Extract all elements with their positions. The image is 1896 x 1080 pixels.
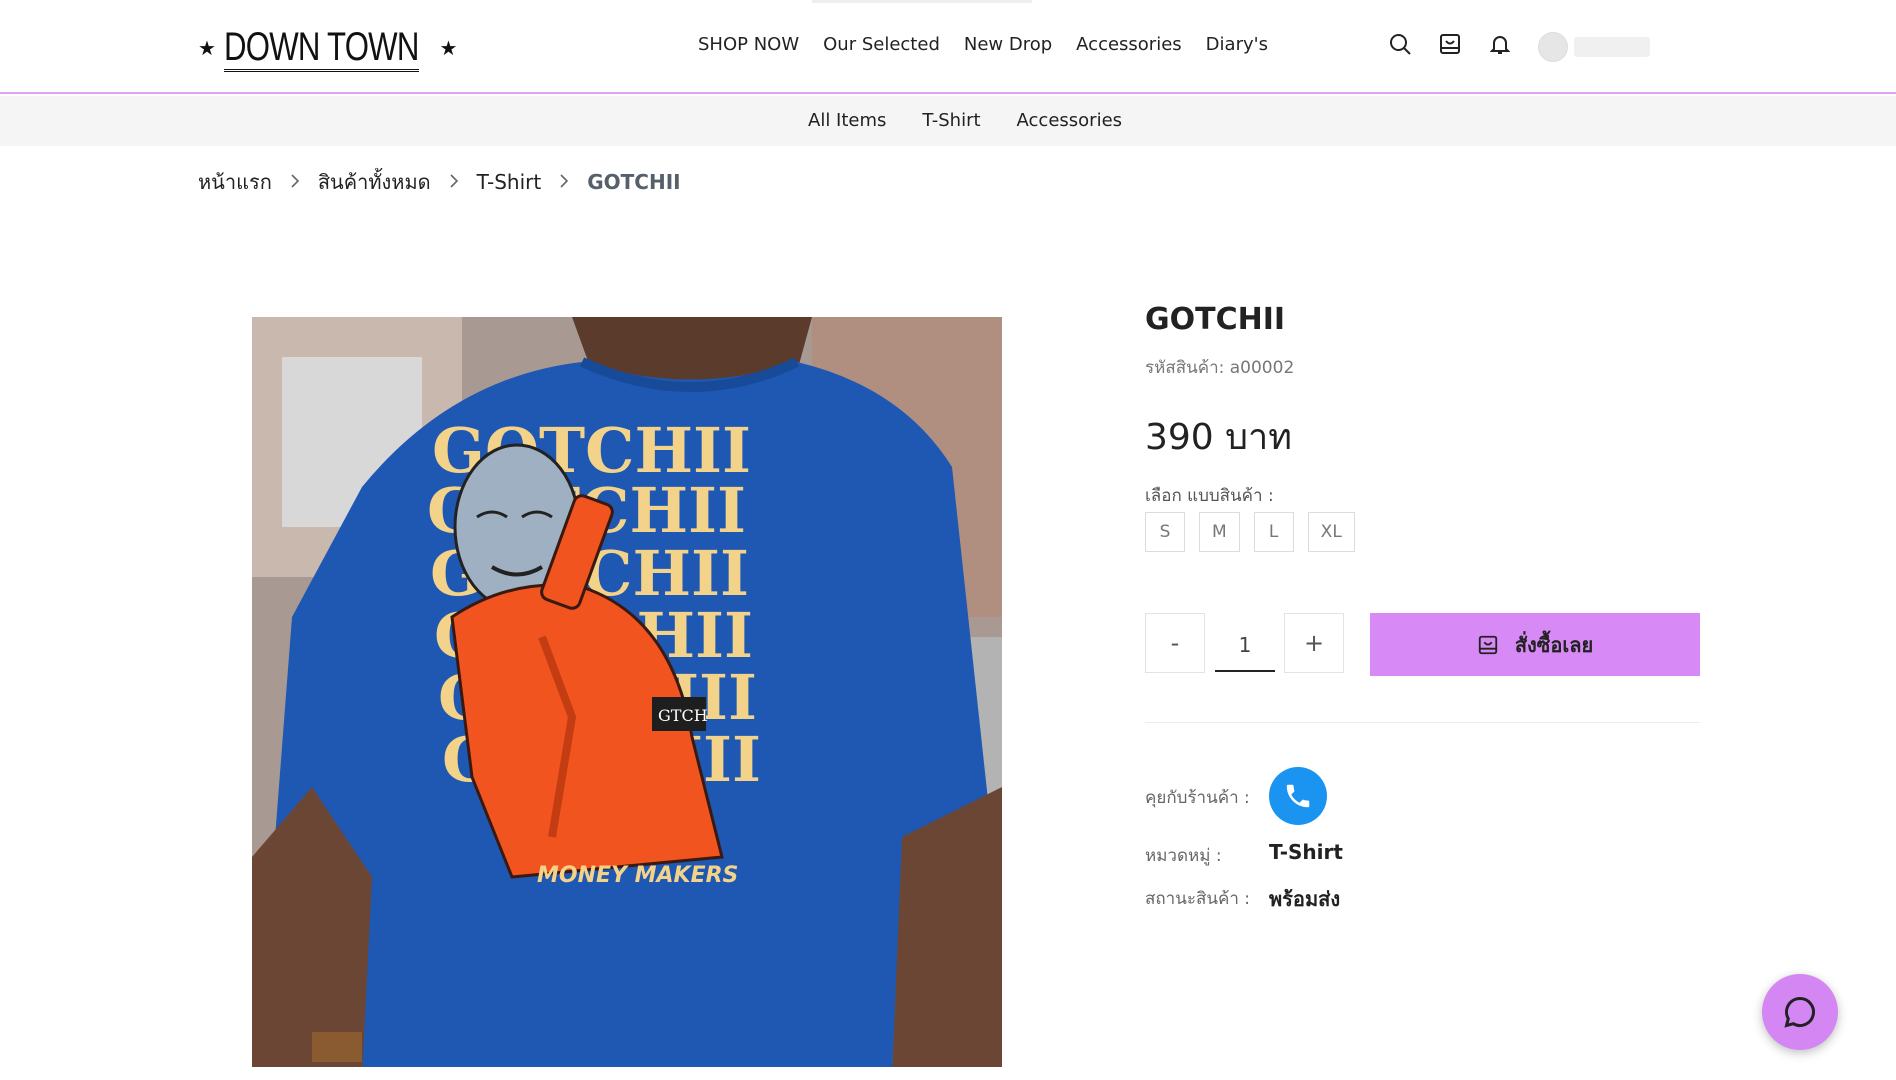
logo-star-right: ★ xyxy=(439,37,458,60)
chevron-right-icon xyxy=(559,172,569,193)
breadcrumb-all-products[interactable]: สินค้าทั้งหมด xyxy=(318,166,431,198)
quantity-input[interactable] xyxy=(1215,620,1275,672)
size-option-m[interactable]: M xyxy=(1199,512,1240,552)
stock-status-label: สถานะสินค้า : xyxy=(1145,889,1251,909)
svg-text:GTCH: GTCH xyxy=(658,706,708,725)
size-options: S M L XL xyxy=(1145,512,1355,552)
search-icon[interactable] xyxy=(1388,32,1412,56)
user-name-placeholder[interactable] xyxy=(1574,37,1650,57)
quantity-increase-button[interactable]: + xyxy=(1284,613,1344,673)
svg-text:MONEY MAKERS: MONEY MAKERS xyxy=(537,863,738,888)
main-nav: SHOP NOW Our Selected New Drop Accessori… xyxy=(698,34,1268,55)
product-sku: รหัสสินค้า: a00002 xyxy=(1145,358,1295,378)
contact-shop-label: คุยกับร้านค้า : xyxy=(1145,788,1250,808)
nav-accessories[interactable]: Accessories xyxy=(1076,34,1182,55)
breadcrumb: หน้าแรก สินค้าทั้งหมด T-Shirt GOTCHII xyxy=(198,166,681,198)
chat-bubble-icon xyxy=(1784,996,1815,1028)
bell-icon[interactable] xyxy=(1488,32,1512,56)
nav-diarys[interactable]: Diary's xyxy=(1206,34,1268,55)
top-header: ★ DOWN TOWN ★ SHOP NOW Our Selected New … xyxy=(0,0,1896,94)
category-subnav: All Items T-Shirt Accessories xyxy=(0,96,1896,146)
product-photo-illustration: GOTCHII GOTCHII GOTCHII GOTCHII GOTCHII … xyxy=(252,317,1002,1067)
buy-now-button[interactable]: สั่งซื้อเลย xyxy=(1370,613,1700,676)
section-divider xyxy=(1145,722,1700,723)
user-avatar[interactable] xyxy=(1538,32,1568,62)
product-price: 390 บาท xyxy=(1145,417,1292,458)
variant-label: เลือก แบบสินค้า : xyxy=(1145,486,1274,506)
cart-icon xyxy=(1478,635,1497,654)
category-value[interactable]: T-Shirt xyxy=(1269,840,1343,864)
chevron-right-icon xyxy=(290,172,300,193)
phone-icon xyxy=(1286,784,1310,808)
category-label: หมวดหมู่ : xyxy=(1145,846,1222,866)
brand-logo[interactable]: ★ DOWN TOWN ★ xyxy=(198,20,457,76)
buy-now-label: สั่งซื้อเลย xyxy=(1514,632,1594,657)
size-option-l[interactable]: L xyxy=(1253,512,1294,552)
product-title: GOTCHII xyxy=(1145,302,1286,337)
nav-shop-now[interactable]: SHOP NOW xyxy=(698,34,799,55)
quantity-decrease-button[interactable]: - xyxy=(1145,613,1205,673)
breadcrumb-home[interactable]: หน้าแรก xyxy=(198,166,272,198)
call-shop-button[interactable] xyxy=(1269,767,1327,825)
subnav-accessories[interactable]: Accessories xyxy=(1017,110,1123,131)
size-option-xl[interactable]: XL xyxy=(1307,512,1355,552)
breadcrumb-current: GOTCHII xyxy=(587,170,681,194)
subnav-t-shirt[interactable]: T-Shirt xyxy=(922,110,980,131)
nav-new-drop[interactable]: New Drop xyxy=(964,34,1052,55)
logo-star-left: ★ xyxy=(198,37,216,60)
nav-our-selected[interactable]: Our Selected xyxy=(823,34,940,55)
header-actions xyxy=(1388,32,1512,56)
subnav-all-items[interactable]: All Items xyxy=(808,110,886,131)
cart-icon[interactable] xyxy=(1438,32,1462,56)
breadcrumb-category[interactable]: T-Shirt xyxy=(477,170,542,194)
logo-wordmark: DOWN TOWN xyxy=(223,25,419,72)
stock-status-value: พร้อมส่ง xyxy=(1269,887,1341,911)
page-loading-bar xyxy=(812,0,1032,3)
chevron-right-icon xyxy=(449,172,459,193)
product-image[interactable]: GOTCHII GOTCHII GOTCHII GOTCHII GOTCHII … xyxy=(252,317,1002,1067)
size-option-s[interactable]: S xyxy=(1145,512,1185,552)
chat-button[interactable] xyxy=(1762,974,1838,1050)
